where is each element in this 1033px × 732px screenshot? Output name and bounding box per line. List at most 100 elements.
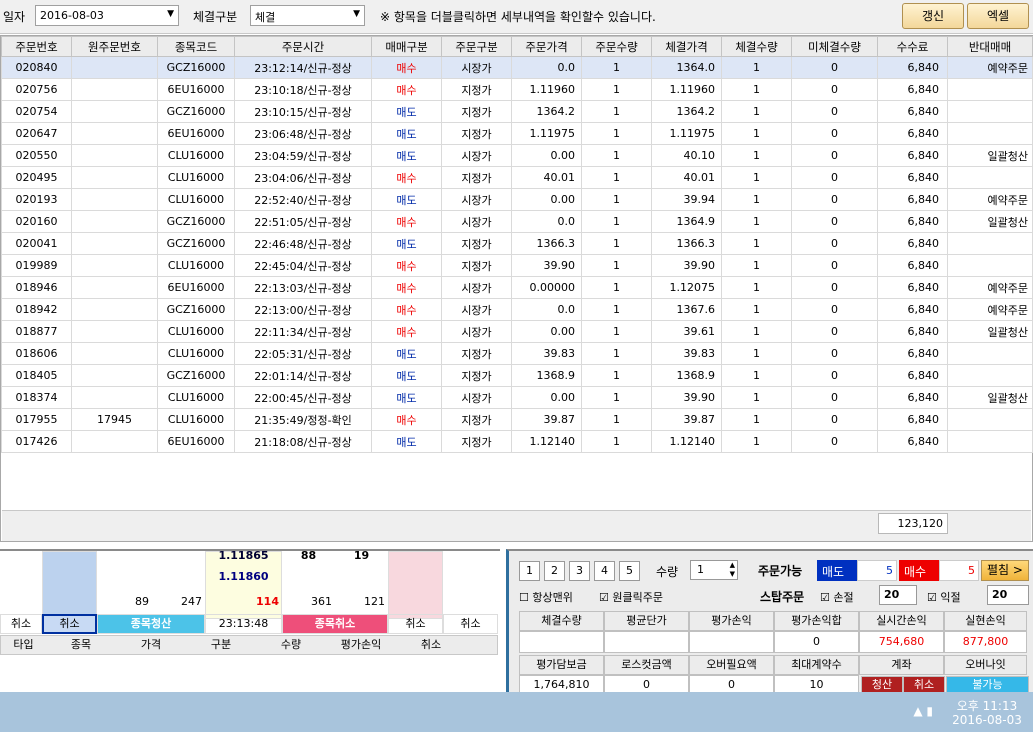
table-cell: 1.12140 — [651, 430, 722, 453]
one-click-checkbox[interactable]: ☑ 원클릭주문 — [599, 589, 663, 605]
table-cell: 23:10:18/신규-정상 — [234, 78, 372, 101]
table-cell: 39.87 — [511, 408, 582, 431]
notice-text: ※ 항목을 더블클릭하면 세부내역을 확인할수 있습니다. — [380, 10, 656, 24]
qty-preset-button[interactable]: 5 — [619, 561, 640, 581]
table-cell: 1 — [581, 188, 652, 211]
table-row[interactable]: 020193 CLU16000 22:52:40/신규-정상 매도 시장가 0.00 1 39… — [1, 188, 1033, 211]
column-header[interactable]: 주문번호 — [1, 36, 72, 57]
spinner-icon[interactable]: ▲ ▼ — [730, 561, 735, 579]
column-header[interactable]: 매매구분 — [371, 36, 442, 57]
column-header[interactable]: 주문가격 — [511, 36, 582, 57]
column-header[interactable]: 주문수량 — [581, 36, 652, 57]
table-cell: 1 — [721, 166, 792, 189]
table-row[interactable]: 019989 CLU16000 22:45:04/신규-정상 매수 지정가 39.90 1 3… — [1, 254, 1033, 277]
table-cell: 6,840 — [877, 166, 948, 189]
qty-input[interactable]: 1 ▲ ▼ — [690, 560, 738, 580]
table-row[interactable]: 020041 GCZ16000 22:46:48/신규-정상 매도 지정가 1366.3 1… — [1, 232, 1033, 255]
column-header[interactable]: 주문시간 — [234, 36, 372, 57]
table-cell: 22:11:34/신규-정상 — [234, 320, 372, 343]
cancel-ask-button[interactable]: 취소 — [388, 614, 443, 634]
table-cell: 6,840 — [877, 78, 948, 101]
pending-column-header: 타입 — [13, 638, 34, 651]
cancel-item-button[interactable]: 종목취소 — [282, 614, 388, 634]
table-row[interactable]: 018606 CLU16000 22:05:31/신규-정상 매도 지정가 39.83 1 3… — [1, 342, 1033, 365]
table-cell: GCZ16000 — [157, 210, 235, 233]
table-cell: 시장가 — [441, 188, 512, 211]
table-cell: 1 — [721, 188, 792, 211]
summary-cell — [689, 631, 774, 653]
table-cell: 일괄청산 — [947, 210, 1033, 233]
table-cell: 1 — [581, 144, 652, 167]
column-header[interactable]: 수수료 — [877, 36, 948, 57]
cancel-bid-all-button[interactable]: 취소 — [0, 614, 42, 634]
table-row[interactable]: 020840 GCZ16000 23:12:14/신규-정상 매수 시장가 0.0 1 136… — [1, 56, 1033, 79]
column-header[interactable]: 미체결수량 — [791, 36, 878, 57]
cancel-bid-button[interactable]: 취소 — [42, 614, 97, 634]
table-cell: 1366.3 — [651, 232, 722, 255]
stoploss-input[interactable]: 20 — [879, 585, 917, 605]
table-cell: 23:04:06/신규-정상 — [234, 166, 372, 189]
table-row[interactable]: 018942 GCZ16000 22:13:00/신규-정상 매수 시장가 0.0 1 136… — [1, 298, 1033, 321]
clock-date: 2016-08-03 — [952, 713, 1022, 727]
quote-price-2: 1.11860 — [218, 570, 269, 583]
column-header[interactable]: 종목코드 — [157, 36, 235, 57]
table-cell: 1 — [721, 276, 792, 299]
expand-button[interactable]: 펼침 > — [981, 560, 1029, 581]
excel-button[interactable]: 엑셀 — [967, 3, 1029, 29]
stoploss-checkbox[interactable]: ☑ 손절 — [820, 589, 854, 605]
always-top-checkbox[interactable]: ☐ 항상맨위 — [519, 589, 573, 605]
table-cell: 6EU16000 — [157, 78, 235, 101]
clear-item-button[interactable]: 종목청산 — [97, 614, 205, 634]
table-cell: 1364.9 — [651, 210, 722, 233]
qty-preset-button[interactable]: 3 — [569, 561, 590, 581]
table-row[interactable]: 017955 17945 CLU16000 21:35:49/정정-확인 매수 지정가 39… — [1, 408, 1033, 431]
table-row[interactable]: 020495 CLU16000 23:04:06/신규-정상 매수 지정가 40.01 1 4… — [1, 166, 1033, 189]
date-picker[interactable]: 2016-08-03 ▼ — [35, 5, 179, 26]
table-cell — [71, 78, 158, 101]
table-row[interactable]: 018946 6EU16000 22:13:03/신규-정상 매수 시장가 0.00000… — [1, 276, 1033, 299]
filter-select[interactable]: 체결 ▼ — [250, 5, 365, 26]
total-bid-qty: 247 — [181, 595, 202, 608]
clock[interactable]: 오후 11:13 2016-08-03 — [947, 699, 1027, 727]
qty-preset-button[interactable]: 1 — [519, 561, 540, 581]
table-cell: 1 — [581, 210, 652, 233]
table-cell: 일괄청산 — [947, 320, 1033, 343]
takeprofit-input[interactable]: 20 — [987, 585, 1029, 605]
table-cell: 018942 — [1, 298, 72, 321]
column-header[interactable]: 체결수량 — [721, 36, 792, 57]
qty-preset-button[interactable]: 2 — [544, 561, 565, 581]
table-cell: 6EU16000 — [157, 276, 235, 299]
takeprofit-value: 20 — [992, 588, 1008, 601]
table-row[interactable]: 020160 GCZ16000 22:51:05/신규-정상 매수 시장가 0.0 1 136… — [1, 210, 1033, 233]
takeprofit-checkbox[interactable]: ☑ 익절 — [927, 589, 961, 605]
table-cell: 0 — [791, 364, 878, 387]
table-cell: 매도 — [371, 430, 442, 453]
total-fee: 123,120 — [878, 513, 948, 534]
table-row[interactable]: 020647 6EU16000 23:06:48/신규-정상 매도 지정가 1.11975… — [1, 122, 1033, 145]
table-cell: 지정가 — [441, 342, 512, 365]
summary-cell: 로스컷금액 — [604, 655, 689, 675]
table-row[interactable]: 020550 CLU16000 23:04:59/신규-정상 매도 시장가 0.00 1 40… — [1, 144, 1033, 167]
table-cell — [947, 78, 1033, 101]
chevron-down-icon: ▼ — [167, 9, 174, 19]
refresh-button[interactable]: 갱신 — [902, 3, 964, 29]
cancel-ask-all-button[interactable]: 취소 — [443, 614, 498, 634]
table-cell — [947, 254, 1033, 277]
table-row[interactable]: 018374 CLU16000 22:00:45/신규-정상 매도 시장가 0.00 1 39… — [1, 386, 1033, 409]
table-cell: 매수 — [371, 254, 442, 277]
table-cell: 시장가 — [441, 144, 512, 167]
table-row[interactable]: 017426 6EU16000 21:18:08/신규-정상 매도 지정가 1.12140… — [1, 430, 1033, 453]
column-header[interactable]: 반대매매 — [947, 36, 1033, 57]
table-row[interactable]: 020754 GCZ16000 23:10:15/신규-정상 매도 지정가 1364.2 1… — [1, 100, 1033, 123]
table-row[interactable]: 020756 6EU16000 23:10:18/신규-정상 매수 지정가 1.11960… — [1, 78, 1033, 101]
column-header[interactable]: 원주문번호 — [71, 36, 158, 57]
table-row[interactable]: 018405 GCZ16000 22:01:14/신규-정상 매도 지정가 1368.9 1… — [1, 364, 1033, 387]
table-row[interactable]: 018877 CLU16000 22:11:34/신규-정상 매수 시장가 0.00 1 39… — [1, 320, 1033, 343]
column-header[interactable]: 주문구분 — [441, 36, 512, 57]
table-cell: 39.90 — [511, 254, 582, 277]
table-cell: 1 — [721, 320, 792, 343]
column-header[interactable]: 체결가격 — [651, 36, 722, 57]
signal-icon[interactable]: ▲ ▮ — [913, 704, 933, 718]
table-cell: 지정가 — [441, 364, 512, 387]
qty-preset-button[interactable]: 4 — [594, 561, 615, 581]
